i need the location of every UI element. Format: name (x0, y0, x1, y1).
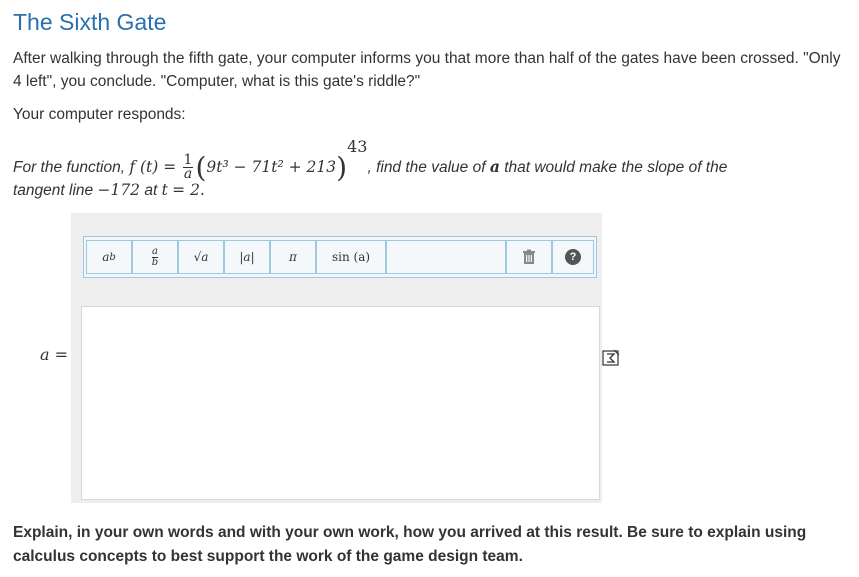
fraction-denominator: a (183, 166, 193, 183)
abs-icon: |a| (239, 250, 255, 264)
sqrt-icon: √a (193, 250, 209, 264)
power-exponent: b (109, 251, 116, 263)
polynomial: 9t³ − 71t² + 213 (206, 158, 337, 176)
fraction-button[interactable]: a b (132, 240, 178, 274)
pi-button[interactable]: π (270, 240, 316, 274)
sin-icon: sin (a) (331, 250, 371, 264)
math-toolbar: ab a b √a |a| π sin (a) ? (83, 236, 597, 278)
abs-button[interactable]: |a| (224, 240, 270, 274)
question-mid: , find the value of (367, 159, 486, 176)
pi-icon: π (289, 250, 297, 264)
power-button[interactable]: ab (86, 240, 132, 274)
variable-a: a (489, 157, 500, 176)
question-suffix: that would make the slope of the (504, 159, 728, 176)
trash-icon (523, 249, 535, 264)
fraction: 1a (182, 153, 194, 183)
page-title: The Sixth Gate (13, 9, 167, 35)
answer-input[interactable] (81, 306, 600, 500)
question-prefix: For the function, (13, 159, 126, 176)
right-paren: ) (336, 151, 348, 184)
delete-button[interactable] (506, 240, 552, 274)
equals-two: = 2. (172, 181, 205, 199)
help-button[interactable]: ? (552, 240, 594, 274)
exponent: 43 (347, 137, 368, 156)
help-icon: ? (565, 249, 581, 265)
answer-label: a = (40, 345, 69, 364)
line2-prefix: tangent line (13, 182, 94, 199)
line2-mid: at (144, 182, 158, 199)
power-base: a (102, 250, 110, 264)
function-name: f (t) = (129, 158, 177, 176)
left-paren: ( (195, 151, 207, 184)
intro-text: After walking through the fifth gate, yo… (13, 50, 841, 90)
sqrt-button[interactable]: √a (178, 240, 224, 274)
toolbar-spacer (386, 240, 506, 274)
fraction-icon-num: a (151, 245, 159, 258)
fraction-icon-den: b (151, 256, 159, 268)
explain-text: Explain, in your own words and with your… (13, 524, 807, 565)
responds-text: Your computer responds: (13, 106, 186, 123)
slope-value: −172 (97, 181, 141, 199)
equation-editor-icon[interactable] (602, 349, 620, 367)
variable-t: t (161, 181, 168, 199)
fraction-icon: a b (151, 245, 159, 268)
sin-button[interactable]: sin (a) (316, 240, 386, 274)
